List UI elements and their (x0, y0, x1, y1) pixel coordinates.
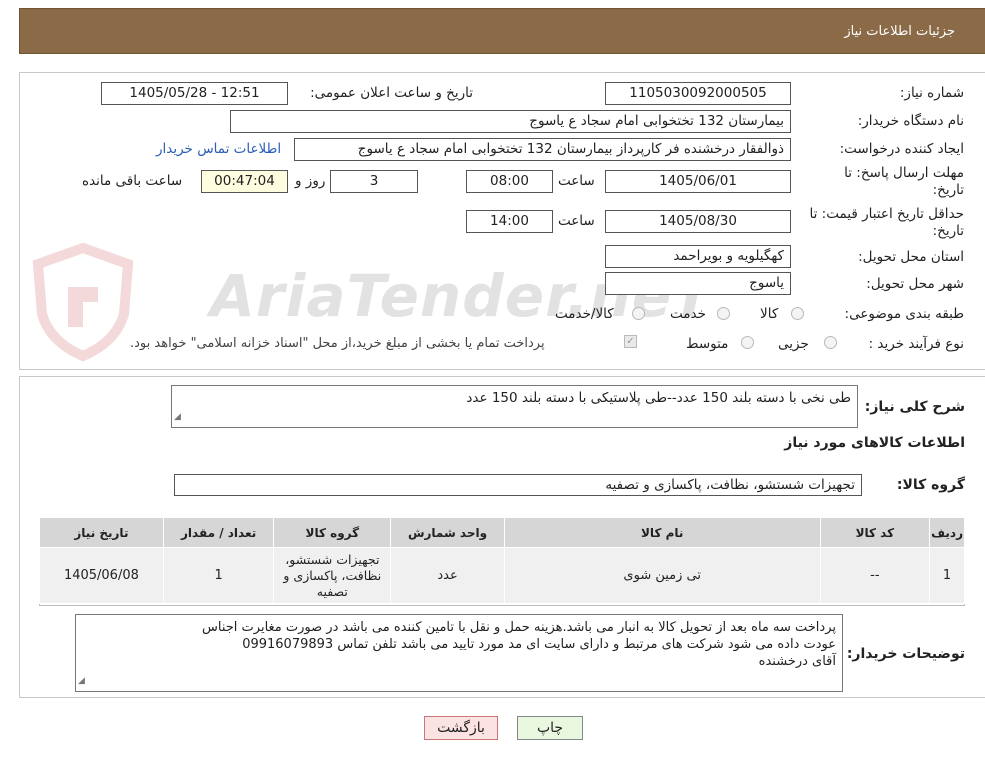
watermark-shield-icon (32, 242, 134, 362)
reply-time-field: 08:00 (466, 170, 553, 193)
price-validity-time-field: 14:00 (466, 210, 553, 233)
treasury-note: پرداخت تمام یا بخشی از مبلغ خرید،از محل … (130, 336, 545, 351)
days-label: روز و (295, 173, 326, 189)
remaining-time-field: 00:47:04 (201, 170, 288, 193)
items-table: ردیف کد کالا نام کالا واحد شمارش گروه کا… (39, 517, 965, 604)
announce-date-field: 1405/05/28 - 12:51 (101, 82, 288, 105)
page-header (19, 8, 985, 54)
buyer-notes-line-1: پرداخت سه ماه بعد از تحویل کالا به انبار… (202, 620, 836, 635)
category-label: طبقه بندی موضوعی: (844, 306, 964, 322)
category-goods-service-label: کالا/خدمت (555, 306, 614, 322)
back-button[interactable]: بازگشت (424, 716, 498, 740)
category-goods-service-radio[interactable] (632, 307, 645, 320)
cell-name: تی زمین شوی (503, 547, 821, 604)
col-date: تاریخ نیاز (39, 517, 164, 548)
buyer-org-field: بیمارستان 132 تختخوابی امام سجاد ع یاسوج (230, 110, 791, 133)
city-label: شهر محل تحویل: (866, 276, 964, 292)
buyer-notes-line-2: عودت داده می شود شرکت های مرتبط و دارای … (242, 637, 836, 652)
buyer-contact-link[interactable]: اطلاعات تماس خریدار (156, 141, 281, 157)
remaining-days-field: 3 (330, 170, 418, 193)
need-number-field: 1105030092000505 (605, 82, 791, 105)
reply-time-label: ساعت (558, 173, 595, 189)
process-small-radio[interactable] (824, 336, 837, 349)
col-unit: واحد شمارش (390, 517, 505, 548)
col-name: نام کالا (503, 517, 821, 548)
description-text: طی نخی با دسته بلند 150 عدد--طی پلاستیکی… (466, 390, 851, 406)
reply-date-field: 1405/06/01 (605, 170, 791, 193)
process-small-label: جزیی (778, 336, 809, 352)
buyer-notes-label: توضیحات خریدار: (846, 646, 965, 662)
col-group: گروه کالا (273, 517, 392, 548)
cell-code: -- (819, 547, 931, 604)
city-field: یاسوج (605, 272, 791, 295)
province-field: کهگیلویه و بویراحمد (605, 245, 791, 268)
treasury-checkbox[interactable]: ✓ (624, 335, 637, 348)
description-field: طی نخی با دسته بلند 150 عدد--طی پلاستیکی… (171, 385, 858, 428)
cell-group: تجهیزات شستشو، نظافت، پاکسازی و تصفیه (273, 547, 392, 604)
category-goods-radio[interactable] (791, 307, 804, 320)
requester-label: ایجاد کننده درخواست: (839, 141, 964, 157)
category-service-radio[interactable] (717, 307, 730, 320)
description-label: شرح کلی نیاز: (864, 399, 965, 415)
province-label: استان محل تحویل: (858, 249, 964, 265)
price-validity-time-label: ساعت (558, 213, 595, 229)
process-medium-label: متوسط (686, 336, 729, 352)
col-row: ردیف (929, 517, 965, 548)
cell-row: 1 (929, 547, 965, 604)
table-row: 1 -- تی زمین شوی عدد تجهیزات شستشو، نظاف… (39, 547, 965, 604)
requester-field: ذوالفقار درخشنده فر کارپرداز بیمارستان 1… (294, 138, 791, 161)
price-validity-label: حداقل تاریخ اعتبار قیمت: تا تاریخ: (809, 206, 964, 239)
need-number-label: شماره نیاز: (899, 85, 964, 101)
cell-date: 1405/06/08 (39, 547, 164, 604)
buyer-notes-field: پرداخت سه ماه بعد از تحویل کالا به انبار… (75, 614, 843, 692)
goods-group-field: تجهیزات شستشو، نظافت، پاکسازی و تصفیه (174, 474, 862, 496)
items-section-title: اطلاعات کالاهای مورد نیاز (784, 435, 965, 451)
process-label: نوع فرآیند خرید : (868, 336, 964, 352)
price-validity-date-field: 1405/08/30 (605, 210, 791, 233)
cell-unit: عدد (390, 547, 505, 604)
cell-qty: 1 (162, 547, 275, 604)
announce-date-label: تاریخ و ساعت اعلان عمومی: (310, 85, 473, 101)
page-title: جزئیات اطلاعات نیاز (844, 24, 955, 39)
col-code: کد کالا (819, 517, 931, 548)
reply-deadline-label: مهلت ارسال پاسخ: تا تاریخ: (844, 165, 964, 198)
goods-group-label: گروه کالا: (896, 477, 965, 493)
buyer-notes-line-3: آقای درخشنده (758, 654, 836, 669)
col-qty: تعداد / مقدار (162, 517, 275, 548)
print-button[interactable]: چاپ (517, 716, 583, 740)
category-goods-label: کالا (760, 306, 779, 322)
buyer-org-label: نام دستگاه خریدار: (857, 113, 964, 129)
remaining-time-label: ساعت باقی مانده (82, 173, 183, 189)
resize-grip-icon: ◢ (174, 412, 181, 422)
process-medium-radio[interactable] (741, 336, 754, 349)
resize-grip-icon: ◢ (78, 676, 85, 686)
category-service-label: خدمت (670, 306, 706, 322)
